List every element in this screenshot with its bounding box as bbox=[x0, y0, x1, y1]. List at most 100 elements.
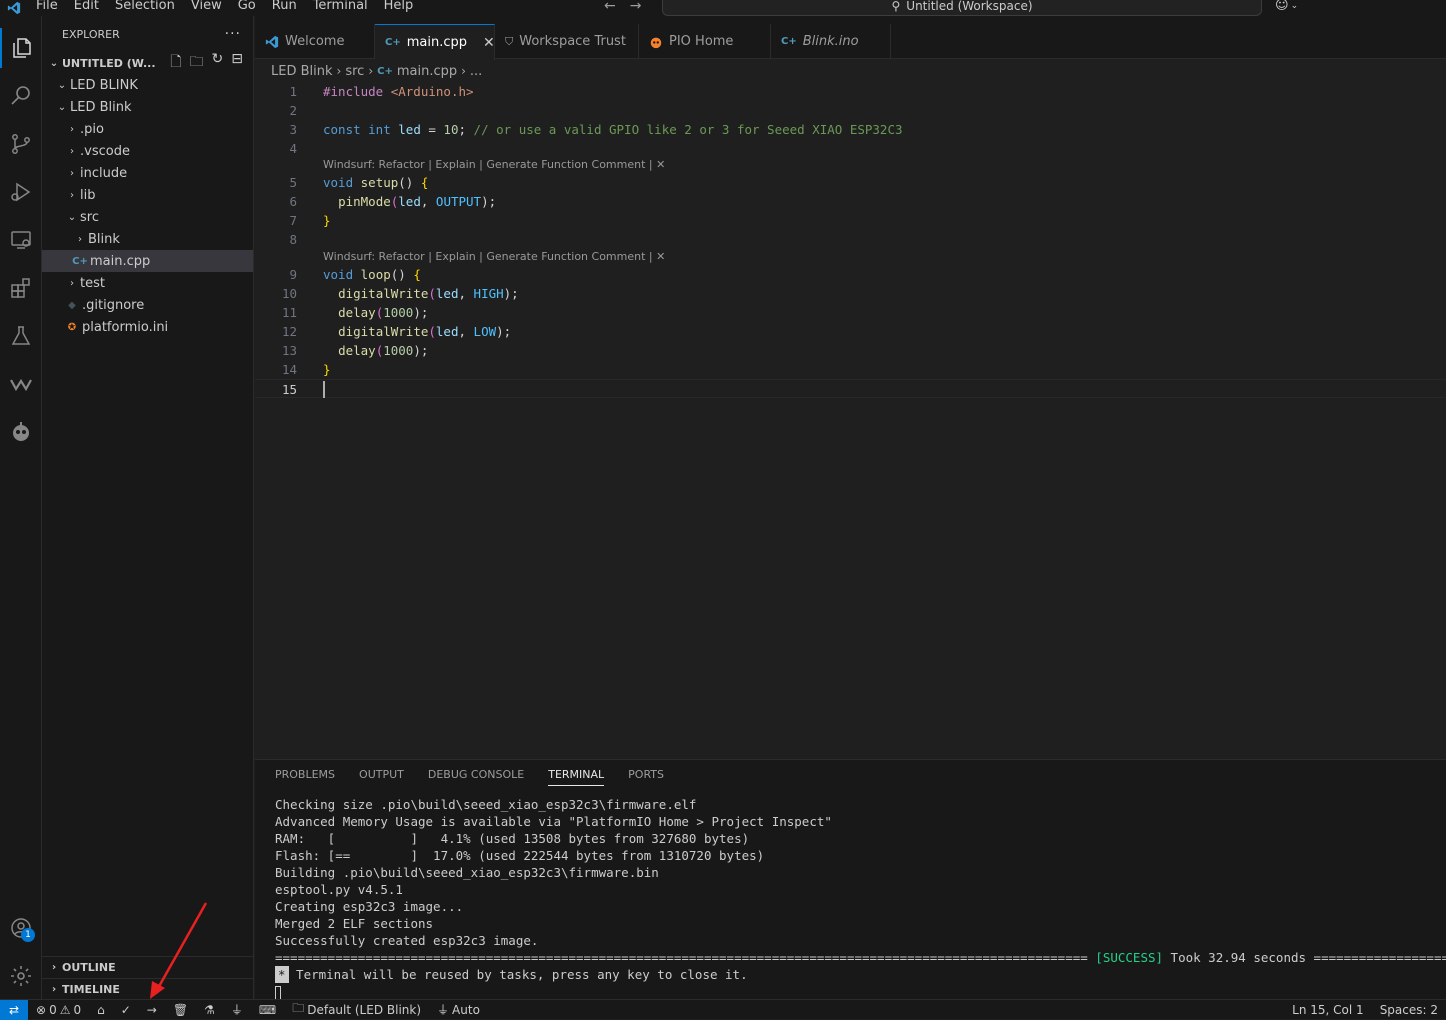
outline-section[interactable]: › OUTLINE bbox=[42, 956, 254, 978]
code-line[interactable]: 4 bbox=[255, 139, 1446, 158]
remote-explorer-icon[interactable] bbox=[0, 220, 42, 260]
tab-ports[interactable]: PORTS bbox=[628, 768, 664, 786]
pio-monitor-button[interactable]: ⏚ bbox=[223, 1001, 251, 1018]
timeline-section[interactable]: › TIMELINE bbox=[42, 978, 254, 1000]
menu-edit[interactable]: Edit bbox=[66, 0, 107, 13]
code-line[interactable]: 13 delay(1000); bbox=[255, 341, 1446, 360]
error-icon: ⊗ bbox=[36, 1002, 47, 1017]
menu-help[interactable]: Help bbox=[376, 0, 422, 13]
code-line[interactable]: 7 } bbox=[255, 211, 1446, 230]
cursor-position[interactable]: Ln 15, Col 1 bbox=[1284, 1003, 1372, 1017]
source-control-icon[interactable] bbox=[0, 124, 42, 164]
tree-item[interactable]: › lib bbox=[42, 184, 253, 206]
tab-terminal[interactable]: TERMINAL bbox=[548, 768, 605, 786]
copilot-menu[interactable]: ☺ ⌄ bbox=[1275, 0, 1298, 13]
account-icon[interactable]: 1 bbox=[0, 908, 42, 948]
command-center[interactable]: ⚲ Untitled (Workspace) bbox=[662, 0, 1262, 16]
pio-env-switcher[interactable]: 🗀 Default (LED Blink) bbox=[284, 999, 429, 1020]
settings-gear-icon[interactable] bbox=[0, 956, 42, 996]
tab-debug-console[interactable]: DEBUG CONSOLE bbox=[428, 768, 524, 786]
tab-output[interactable]: OUTPUT bbox=[359, 768, 404, 786]
menu-terminal[interactable]: Terminal bbox=[305, 0, 376, 13]
tab-welcome[interactable]: Welcome bbox=[255, 24, 375, 59]
tree-item[interactable]: › include bbox=[42, 162, 253, 184]
code-line[interactable]: 11 delay(1000); bbox=[255, 303, 1446, 322]
breadcrumb-item[interactable]: src bbox=[345, 64, 364, 79]
tree-item[interactable]: › .pio bbox=[42, 118, 253, 140]
code-line[interactable]: 8 bbox=[255, 230, 1446, 249]
explorer-icon[interactable] bbox=[0, 28, 42, 68]
refresh-icon[interactable]: ↻ bbox=[212, 51, 224, 75]
pio-test-button[interactable]: ⚗ bbox=[196, 1003, 223, 1017]
terminal-output[interactable]: Checking size .pio\build\seeed_xiao_esp3… bbox=[275, 796, 1446, 1000]
collapse-all-icon[interactable]: ⊟ bbox=[231, 51, 243, 75]
code-line[interactable]: 6 pinMode(led, OUTPUT); bbox=[255, 192, 1446, 211]
pio-terminal-button[interactable]: ⌨ bbox=[251, 1003, 284, 1017]
extensions-icon[interactable] bbox=[0, 268, 42, 308]
code-line[interactable]: 12 digitalWrite(led, LOW); bbox=[255, 322, 1446, 341]
forward-arrow-icon[interactable]: → bbox=[630, 0, 642, 14]
tree-item[interactable]: ◆ .gitignore bbox=[42, 294, 253, 316]
current-code-line[interactable]: 15 bbox=[255, 379, 1446, 398]
tab-problems[interactable]: PROBLEMS bbox=[275, 768, 335, 786]
code-line[interactable]: 5 void setup() { bbox=[255, 173, 1446, 192]
tab-pio-home[interactable]: PIO Home bbox=[639, 24, 771, 59]
pio-home-button[interactable]: ⌂ bbox=[89, 1003, 113, 1017]
bottom-panel: PROBLEMS OUTPUT DEBUG CONSOLE TERMINAL P… bbox=[255, 759, 1446, 1000]
problems-status[interactable]: ⊗ 0 ⚠ 0 bbox=[28, 1003, 89, 1017]
tree-item[interactable]: ⌄ LED Blink bbox=[42, 96, 253, 118]
search-activity-icon[interactable] bbox=[0, 76, 42, 116]
code-line[interactable]: 9 void loop() { bbox=[255, 265, 1446, 284]
tree-item[interactable]: ✪ platformio.ini bbox=[42, 316, 253, 338]
code-line[interactable]: 3 const int led = 10; // or use a valid … bbox=[255, 120, 1446, 139]
close-icon[interactable]: ✕ bbox=[483, 35, 495, 51]
pio-build-button[interactable]: ✓ bbox=[113, 1003, 139, 1017]
terminal-prompt[interactable] bbox=[275, 983, 1446, 1000]
code-lens[interactable]: Windsurf: Refactor | Explain | Generate … bbox=[255, 249, 1446, 265]
menu-run[interactable]: Run bbox=[264, 0, 305, 13]
chevron-right-icon: › bbox=[70, 277, 74, 289]
terminal-line: RAM: [ ] 4.1% (used 13508 bytes from 327… bbox=[275, 831, 750, 846]
tab-blink-ino[interactable]: C+ Blink.ino bbox=[771, 24, 891, 59]
new-folder-icon[interactable]: 🗀 bbox=[190, 51, 204, 75]
code-text: #include <Arduino.h> bbox=[323, 84, 474, 99]
tab-workspace-trust[interactable]: ⛉ Workspace Trust bbox=[495, 24, 639, 59]
indentation[interactable]: Spaces: 2 bbox=[1372, 1003, 1446, 1017]
menu-file[interactable]: File bbox=[28, 0, 66, 13]
menu-go[interactable]: Go bbox=[230, 0, 264, 13]
windsurf-icon[interactable] bbox=[0, 364, 42, 404]
more-actions-icon[interactable]: ··· bbox=[225, 26, 241, 42]
run-debug-icon[interactable] bbox=[0, 172, 42, 212]
tree-item-label: .pio bbox=[80, 121, 104, 137]
breadcrumb-item[interactable]: ... bbox=[470, 64, 482, 79]
testing-flask-icon[interactable] bbox=[0, 316, 42, 356]
breadcrumb-item[interactable]: main.cpp bbox=[397, 64, 457, 79]
platformio-icon[interactable] bbox=[0, 412, 42, 452]
code-line[interactable]: 2 bbox=[255, 101, 1446, 120]
windsurf-code-lens[interactable]: Windsurf: Refactor | Explain | Generate … bbox=[323, 249, 665, 265]
remote-indicator-icon[interactable]: ⇄ bbox=[0, 999, 28, 1020]
breadcrumb-item[interactable]: LED Blink bbox=[271, 64, 333, 79]
tree-item[interactable]: ⌄ src bbox=[42, 206, 253, 228]
pio-clean-button[interactable]: 🗑 bbox=[165, 1003, 196, 1017]
new-file-icon[interactable]: 🗋 bbox=[170, 51, 181, 75]
windsurf-code-lens[interactable]: Windsurf: Refactor | Explain | Generate … bbox=[323, 157, 665, 173]
menu-view[interactable]: View bbox=[183, 0, 230, 13]
chevron-down-icon: ⌄ bbox=[67, 211, 77, 223]
tree-item[interactable]: › Blink bbox=[42, 228, 253, 250]
pio-upload-button[interactable]: → bbox=[139, 1003, 165, 1017]
tab-main-cpp[interactable]: C+ main.cpp ✕ bbox=[375, 24, 495, 60]
code-line[interactable]: 14 } bbox=[255, 360, 1446, 379]
pio-port-switcher[interactable]: ⏚ Auto bbox=[429, 1001, 488, 1018]
code-line[interactable]: 10 digitalWrite(led, HIGH); bbox=[255, 284, 1446, 303]
code-editor[interactable]: 1 #include <Arduino.h> 2 3 const int led… bbox=[255, 82, 1446, 758]
menu-selection[interactable]: Selection bbox=[107, 0, 183, 13]
workspace-header[interactable]: ⌄ UNTITLED (W... 🗋 🗀 ↻ ⊟ bbox=[42, 51, 253, 75]
tree-item[interactable]: ⌄ LED BLINK bbox=[42, 74, 253, 96]
back-arrow-icon[interactable]: ← bbox=[604, 0, 616, 14]
code-lens[interactable]: Windsurf: Refactor | Explain | Generate … bbox=[255, 157, 1446, 173]
tree-item[interactable]: › test bbox=[42, 272, 253, 294]
tree-item[interactable]: › .vscode bbox=[42, 140, 253, 162]
code-line[interactable]: 1 #include <Arduino.h> bbox=[255, 82, 1446, 101]
tree-item[interactable]: C+ main.cpp bbox=[42, 250, 253, 272]
